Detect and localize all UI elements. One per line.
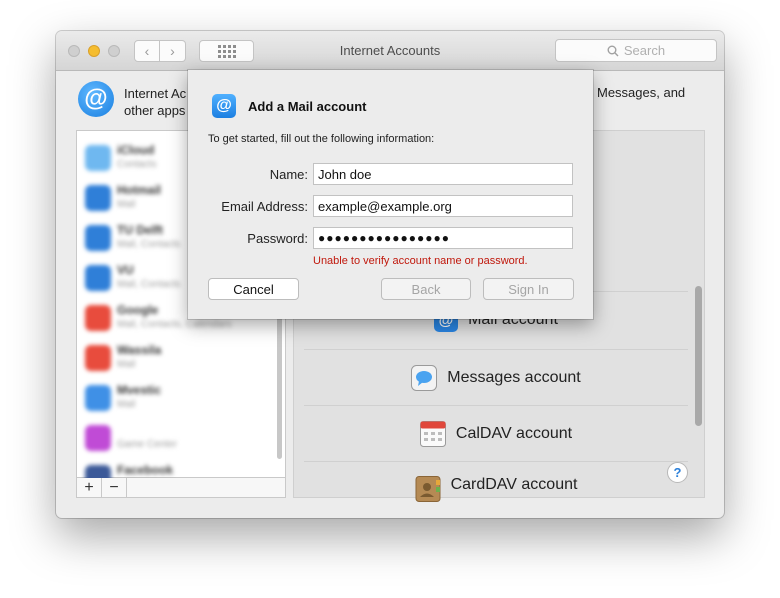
account-name: iCloud [117,143,155,157]
account-name: Google [117,303,159,317]
account-services: Mail, Contacts, Calendars [117,319,232,330]
exchange-icon [85,185,111,211]
password-field[interactable]: ●●●●●●●●●●●●●●●● [313,227,573,249]
google-icon [85,305,111,331]
messages-icon [411,364,438,391]
sign-in-button[interactable]: Sign In [483,278,574,300]
at-icon: @ [212,94,236,118]
title-bar: ‹ › Internet Accounts Search [56,31,724,71]
provider-label: CalDAV account [455,424,573,442]
list-toolbar: + − [76,478,286,498]
password-label: Password: [247,231,308,246]
sheet-instructions: To get started, fill out the following i… [208,133,435,145]
add-mail-account-sheet: @ Add a Mail account To get started, fil… [188,70,593,319]
help-icon: ? [673,465,682,480]
account-services: Mail [117,199,136,210]
provider-caldav[interactable]: CalDAV account [304,405,688,461]
account-item[interactable]: Mvestic Mail [83,377,273,417]
google-icon [85,345,111,371]
account-services: Game Center [117,439,178,450]
account-item[interactable]: Wassila Mail [83,337,273,377]
remove-account-button[interactable]: − [102,478,127,497]
game-center-icon [85,425,111,451]
name-field[interactable]: John doe [313,163,573,185]
contacts-icon [415,476,441,502]
search-field[interactable]: Search [555,39,717,62]
provider-label: Messages account [447,368,581,386]
email-label: Email Address: [221,199,308,214]
error-message: Unable to verify account name or passwor… [313,255,528,267]
search-placeholder: Search [623,43,666,58]
search-icon [607,45,619,56]
cloud-icon [85,145,111,171]
account-name: Mvestic [117,383,162,397]
account-name: TU Delft [117,223,163,237]
exchange-icon [85,225,111,251]
providers-scrollbar[interactable] [695,286,702,426]
account-item[interactable]: Game Center [83,417,273,457]
account-services: Mail [117,399,136,410]
calendar-icon [419,420,446,447]
account-name: Facebook [117,463,174,477]
name-label: Name: [269,167,308,182]
header-description-right: Messages, and [597,85,686,100]
account-services: Contacts [117,159,157,170]
provider-label: CardDAV account [450,476,578,493]
help-button[interactable]: ? [667,462,688,483]
provider-messages[interactable]: Messages account [304,349,688,405]
account-name: VU [117,263,134,277]
account-name: Hotmail [117,183,162,197]
account-name: Wassila [117,343,162,357]
exchange-icon [85,265,111,291]
account-services: Mail [117,359,136,370]
account-services: Mail, Contacts [117,279,181,290]
add-account-button[interactable]: + [77,478,102,497]
cancel-button[interactable]: Cancel [208,278,299,300]
account-services: Mail, Contacts [117,239,181,250]
sheet-title: Add a Mail account [248,99,367,114]
email-field[interactable]: example@example.org [313,195,573,217]
mail-icon [85,385,111,411]
internet-accounts-icon: @ [78,81,114,117]
provider-carddav[interactable]: CardDAV account [304,461,688,502]
back-button[interactable]: Back [381,278,471,300]
